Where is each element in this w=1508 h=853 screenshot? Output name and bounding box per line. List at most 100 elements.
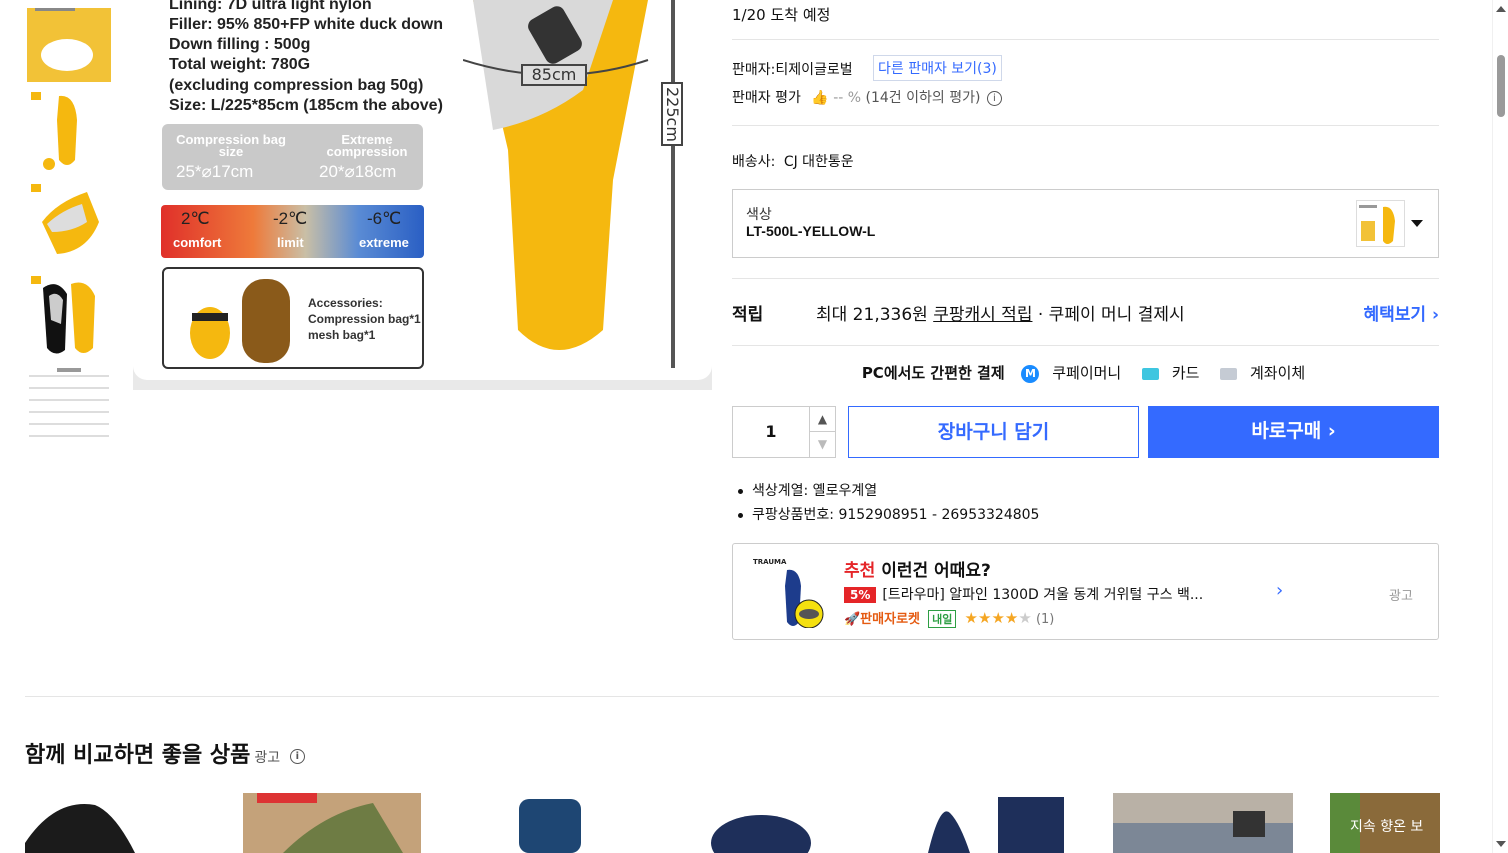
benefits-link[interactable]: 혜택보기 › [1364,300,1439,325]
extreme-label: Extreme compression [326,132,408,159]
seller-label: 판매자: [732,62,776,78]
width-label: 85cm [521,64,587,86]
thumbnail-2[interactable] [27,90,111,174]
add-to-cart-button[interactable]: 장바구니 담기 [848,406,1139,458]
thumbnail-5[interactable] [27,366,111,450]
seller-name[interactable]: 티제이글로벌 [775,62,852,78]
accessories-text: Accessories: Compression bag*1 mesh bag*… [308,296,421,342]
compare-ad-label: 광고 [254,750,281,766]
tomorrow-badge: 내일 [928,610,957,628]
quantity-stepper: 1 ▲ ▼ [732,406,836,458]
reward-prefix: 최대 21,336원 [816,305,928,325]
thumbnail-3[interactable] [27,182,111,266]
spec-line: Lining: 7D ultra light nylon [169,0,372,13]
temp-comfort-value: 2℃ [181,209,210,228]
seller-rating-note: (14건 이하의 평가) [865,90,981,106]
svg-text:지속 향온 보: 지속 향온 보 [1350,819,1423,835]
svg-text:TRAUMA: TRAUMA [753,558,787,566]
seller-rating-label: 판매자 평가 [732,90,801,106]
chevron-down-icon [1411,220,1423,227]
compare-product-5[interactable] [910,793,1070,853]
compare-product-1[interactable] [25,793,135,853]
color-option-value: LT-500L-YELLOW-L [746,223,876,239]
recommendation-card[interactable]: TRAUMA 추천 이런건 어때요? 5% [트라우마] 알파인 1300D 겨울… [732,543,1439,640]
attribute-item: 쿠팡상품번호: 9152908951 - 26953324805 [738,503,1039,527]
compare-product-4[interactable] [705,793,817,853]
sleeping-bag-illustration [463,0,649,350]
thumbs-up-icon: 👍 [811,90,829,106]
compare-product-6[interactable] [1113,793,1293,853]
star-icon: ★ [964,609,978,627]
rating-stars: ★★★★★ [964,609,1032,627]
color-option-select[interactable]: 색상 LT-500L-YELLOW-L [732,189,1439,258]
thumbnail-4[interactable] [27,274,111,358]
compare-product-2[interactable] [243,793,421,853]
card-icon [1142,367,1160,380]
seller-row: 판매자:티제이글로벌 [732,59,853,79]
shipping-row: 배송사: CJ 대한통운 [732,151,854,171]
discount-badge: 5% [844,587,877,603]
temp-extreme-value: -6℃ [367,209,402,228]
section-divider [25,696,1439,697]
recommendation-thumbnail: TRAUMA [753,556,827,629]
page-scrollbar[interactable] [1492,0,1508,853]
product-attributes: 색상계열: 옐로우계열 쿠팡상품번호: 9152908951 - 2695332… [738,479,1039,527]
color-option-thumbnail [1356,200,1405,247]
compare-products-row: 지속 향온 보 [25,793,1440,853]
spec-line: (excluding compression bag 50g) [169,77,424,94]
color-option-label: 색상 [746,207,772,223]
recommendation-title: 이런건 어때요? [881,561,991,581]
quantity-decrease-button[interactable]: ▼ [809,432,835,457]
scrollbar-thumb[interactable] [1497,55,1505,117]
compression-spec-box: Compression bag size 25*⌀17cm Extreme co… [162,124,423,190]
compare-title-text: 함께 비교하면 좋을 상품 [25,743,251,768]
bank-icon [1220,367,1238,380]
coupang-cash-link[interactable]: 쿠팡캐시 적립 [933,305,1032,325]
seller-rating-value: -- % [833,90,862,106]
shipping-carrier: CJ 대한통운 [783,154,854,170]
star-icon: ★ [977,609,992,627]
thumbnail-list [27,0,111,458]
spec-line: Size: L/225*85cm (185cm the above) [169,97,443,114]
temp-limit-value: -2℃ [273,209,308,228]
reward-title: 적립 [732,305,764,325]
bank-transfer-method: 계좌이체 [1216,364,1309,382]
quantity-input[interactable]: 1 [733,407,809,457]
recommendation-product[interactable]: 5% [트라우마] 알파인 1300D 겨울 동계 거위털 구스 백... [844,584,1203,604]
other-sellers-link[interactable]: 다른 판매자 보기(3) [873,55,1002,81]
temperature-bar: 2℃ comfort -2℃ limit -6℃ extreme [161,205,424,258]
divider [732,39,1439,40]
thumbnail-1[interactable] [27,0,111,82]
accessories-box: Accessories: Compression bag*1 mesh bag*… [162,267,424,369]
quantity-increase-button[interactable]: ▲ [809,407,835,432]
length-label: 225cm [661,82,683,146]
ad-label: 광고 [1389,589,1413,604]
buy-now-button[interactable]: 바로구매 › [1148,406,1439,458]
info-icon[interactable]: i [289,748,305,764]
recommendation-meta: 🚀판매자로켓 내일 ★★★★★ (1) [844,608,1054,628]
accessory-bags-illustration [190,279,290,363]
recommendation-product-name: [트라우마] 알파인 1300D 겨울 동계 거위털 구스 백... [882,587,1204,603]
temp-limit-label: limit [277,235,304,250]
spec-line: Total weight: 780G [169,56,311,73]
star-icon: ★ [1004,609,1019,627]
recommendation-tag: 추천 [844,561,876,581]
scroll-up-arrow-icon[interactable] [1496,6,1506,12]
payment-methods-row: PC에서도 간편한 결제 M 쿠페이머니 카드 계좌이체 [732,362,1439,383]
seller-rocket-badge: 🚀판매자로켓 [844,612,920,627]
temp-comfort-label: comfort [173,235,222,250]
compare-product-3[interactable] [517,793,583,853]
reward-text: 최대 21,336원 쿠팡캐시 적립 · 쿠페이 머니 결제시 [816,300,1185,325]
shipping-label: 배송사: [732,154,776,170]
chevron-right-icon[interactable]: › [1276,580,1283,601]
star-icon: ★ [1018,609,1032,627]
spec-line: Down filling : 500g [169,36,311,53]
reward-suffix: · 쿠페이 머니 결제시 [1037,305,1185,325]
star-icon: ★ [991,609,1005,627]
compare-product-7[interactable]: 지속 향온 보 [1330,793,1440,853]
seller-rating-row: 판매자 평가 👍 -- % (14건 이하의 평가) i [732,87,1002,107]
info-icon[interactable]: i [986,90,1002,106]
divider [732,345,1439,346]
scroll-down-arrow-icon[interactable] [1496,841,1506,847]
compare-section-title: 함께 비교하면 좋을 상품 광고 i [25,737,305,769]
